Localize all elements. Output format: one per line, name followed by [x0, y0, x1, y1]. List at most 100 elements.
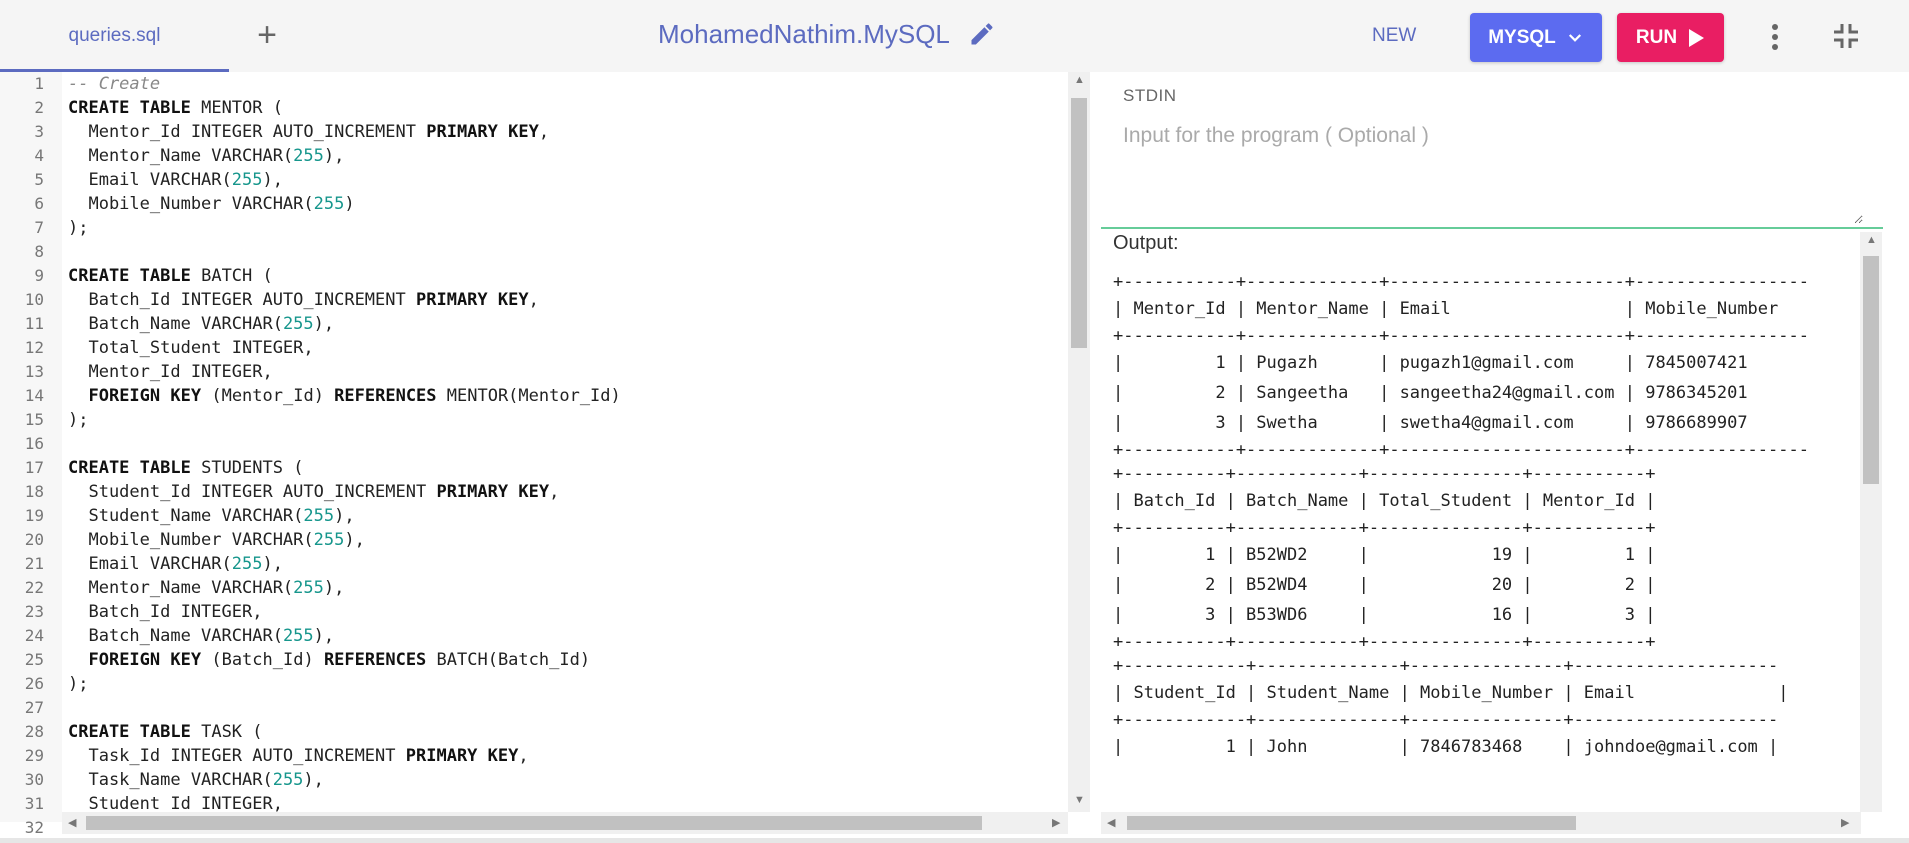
code-line[interactable]: Task_Id INTEGER AUTO_INCREMENT PRIMARY K… [62, 744, 1068, 768]
code-line[interactable]: CREATE TABLE MENTOR ( [62, 96, 1068, 120]
code-line[interactable]: Student_Name VARCHAR(255), [62, 504, 1068, 528]
code-line[interactable]: Batch_Id INTEGER, [62, 600, 1068, 624]
code-line[interactable]: ); [62, 672, 1068, 696]
project-title-text: MohamedNathim.MySQL [658, 18, 950, 49]
code-line[interactable]: Batch_Id INTEGER AUTO_INCREMENT PRIMARY … [62, 288, 1068, 312]
code-line[interactable]: Mobile_Number VARCHAR(255) [62, 192, 1068, 216]
output-area: +-----------+-------------+-------------… [1113, 270, 1865, 812]
code-editor[interactable]: 1 2 3 4 5 6 7 8 9 10 11 12 13 14 15 16 17 18 19 20 21 22 23 24 2… [0, 72, 1090, 843]
line-number: 22 [24, 578, 44, 597]
scroll-up-icon[interactable]: ▲ [1866, 234, 1877, 246]
line-number: 19 [24, 506, 44, 525]
tab-label: queries.sql [68, 25, 161, 46]
code-line[interactable]: Mentor_Name VARCHAR(255), [62, 144, 1068, 168]
code-line[interactable]: Mentor_Name VARCHAR(255), [62, 576, 1068, 600]
play-icon [1689, 28, 1705, 47]
code-line[interactable]: Batch_Name VARCHAR(255), [62, 624, 1068, 648]
pencil-icon[interactable] [968, 20, 996, 48]
code-line[interactable]: Mentor_Id INTEGER AUTO_INCREMENT PRIMARY… [62, 120, 1068, 144]
line-number: 4 [34, 146, 44, 165]
stdin-input[interactable] [1123, 124, 1863, 224]
run-button[interactable]: RUN [1617, 13, 1724, 62]
output-separator: +------------+--------------+-----------… [1113, 656, 1779, 676]
scroll-down-icon[interactable]: ▼ [1074, 794, 1085, 806]
language-label: MYSQL [1488, 26, 1556, 48]
line-number: 31 [24, 794, 44, 813]
editor-hscroll-thumb[interactable] [86, 816, 982, 830]
code-line[interactable]: CREATE TABLE STUDENTS ( [62, 456, 1068, 480]
scroll-up-icon[interactable]: ▲ [1074, 74, 1085, 86]
line-number: 27 [24, 698, 44, 717]
output-separator: +----------+------------+---------------… [1113, 632, 1656, 652]
line-number: 18 [24, 482, 44, 501]
line-number: 24 [24, 626, 44, 645]
code-line[interactable]: Email VARCHAR(255), [62, 552, 1068, 576]
line-number: 9 [34, 266, 44, 285]
scroll-left-icon[interactable]: ◀ [1107, 816, 1115, 829]
code-line[interactable]: -- Create [62, 72, 1068, 96]
tab-queries-sql[interactable]: queries.sql [0, 0, 229, 72]
line-number: 11 [24, 314, 44, 333]
output-horizontal-scrollbar[interactable]: ◀ ▶ [1101, 812, 1861, 834]
line-number: 26 [24, 674, 44, 693]
editor-vertical-scrollbar[interactable]: ▲ ▼ [1068, 72, 1090, 812]
code-line[interactable]: Email VARCHAR(255), [62, 168, 1068, 192]
line-number-gutter: 1 2 3 4 5 6 7 8 9 10 11 12 13 14 15 16 17 18 19 20 21 22 23 24 2… [0, 72, 62, 837]
line-number: 20 [24, 530, 44, 549]
code-line[interactable]: ); [62, 408, 1068, 432]
line-number: 14 [24, 386, 44, 405]
line-number: 15 [24, 410, 44, 429]
output-vertical-scrollbar[interactable]: ▲ [1860, 232, 1882, 812]
code-line[interactable]: Mentor_Id INTEGER, [62, 360, 1068, 384]
new-button[interactable]: NEW [1372, 18, 1416, 54]
output-row: | Batch_Id | Batch_Name | Total_Student … [1113, 491, 1656, 511]
scroll-right-icon[interactable]: ▶ [1841, 816, 1849, 829]
line-number: 6 [34, 194, 44, 213]
line-number: 5 [34, 170, 44, 189]
line-number: 12 [24, 338, 44, 357]
code-line[interactable]: Mobile_Number VARCHAR(255), [62, 528, 1068, 552]
line-number: 16 [24, 434, 44, 453]
kebab-menu-icon[interactable] [1762, 20, 1788, 54]
line-number: 2 [34, 98, 44, 117]
code-line[interactable]: Batch_Name VARCHAR(255), [62, 312, 1068, 336]
code-line[interactable]: Student_Id INTEGER AUTO_INCREMENT PRIMAR… [62, 480, 1068, 504]
code-line[interactable]: CREATE TABLE BATCH ( [62, 264, 1068, 288]
output-row: | 2 | B52WD4 | 20 | 2 | [1113, 575, 1656, 595]
output-vscroll-thumb[interactable] [1863, 256, 1879, 484]
editor-vscroll-thumb[interactable] [1071, 98, 1087, 348]
line-number: 29 [24, 746, 44, 765]
code-line[interactable]: FOREIGN KEY (Mentor_Id) REFERENCES MENTO… [62, 384, 1068, 408]
language-select-button[interactable]: MYSQL [1470, 13, 1602, 62]
output-row: | Student_Id | Student_Name | Mobile_Num… [1113, 683, 1789, 703]
code-line[interactable]: CREATE TABLE TASK ( [62, 720, 1068, 744]
collapse-icon[interactable] [1832, 22, 1860, 50]
output-label: Output: [1113, 232, 1179, 254]
line-number: 21 [24, 554, 44, 573]
code-line[interactable]: ); [62, 216, 1068, 240]
code-line[interactable]: Total_Student INTEGER, [62, 336, 1068, 360]
line-number: 8 [34, 242, 44, 261]
line-number: 30 [24, 770, 44, 789]
editor-horizontal-scrollbar[interactable]: ◀ ▶ [62, 812, 1068, 834]
output-separator: +----------+------------+---------------… [1113, 464, 1656, 484]
output-row: | 3 | Swetha | swetha4@gmail.com | 97866… [1113, 413, 1748, 433]
output-separator: +-----------+-------------+-------------… [1113, 326, 1809, 346]
scroll-right-icon[interactable]: ▶ [1052, 816, 1060, 829]
panel-divider[interactable] [1101, 227, 1883, 229]
scroll-left-icon[interactable]: ◀ [68, 816, 76, 829]
add-tab-button[interactable]: + [250, 18, 284, 52]
code-line[interactable]: FOREIGN KEY (Batch_Id) REFERENCES BATCH(… [62, 648, 1068, 672]
output-separator: +-----------+-------------+-------------… [1113, 272, 1809, 292]
code-line[interactable] [62, 432, 1068, 456]
code-line[interactable]: Task_Name VARCHAR(255), [62, 768, 1068, 792]
line-number: 23 [24, 602, 44, 621]
output-separator: +----------+------------+---------------… [1113, 518, 1656, 538]
code-area[interactable]: -- Create CREATE TABLE MENTOR ( Mentor_Id… [62, 72, 1068, 822]
output-hscroll-thumb[interactable] [1127, 816, 1576, 830]
output-separator: +------------+--------------+-----------… [1113, 710, 1779, 730]
code-line[interactable] [62, 696, 1068, 720]
line-number: 25 [24, 650, 44, 669]
code-line[interactable] [62, 240, 1068, 264]
output-row: | 3 | B53WD6 | 16 | 3 | [1113, 605, 1656, 625]
